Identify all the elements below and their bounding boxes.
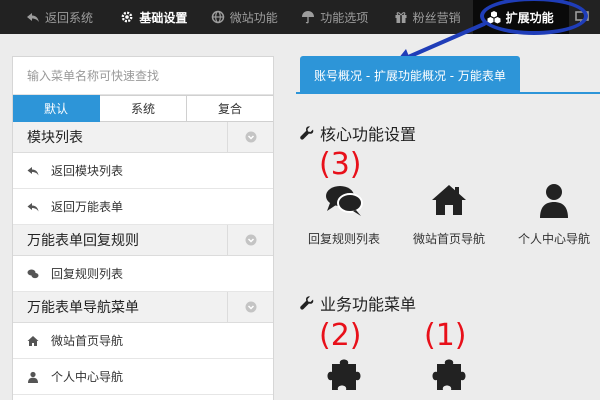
nav-basic-settings[interactable]: 基础设置 <box>110 0 200 34</box>
segment-composite[interactable]: 复合 <box>187 95 273 122</box>
menu-search-input[interactable] <box>27 68 257 83</box>
nav-function-options[interactable]: 功能选项 <box>291 0 383 34</box>
nav-label: 微站功能 <box>229 10 278 25</box>
segment-control: 默认 系统 复合 <box>13 95 273 122</box>
group-title: 模块列表 <box>27 130 83 146</box>
business-section-title: 业务功能菜单 <box>300 291 416 315</box>
tile-microsite-home-nav[interactable]: 微站首页导航 <box>394 180 504 247</box>
globe-icon <box>211 10 225 24</box>
sidebar-item-back-universal-form[interactable]: 返回万能表单 <box>13 189 273 225</box>
collapse-toggle[interactable] <box>227 225 273 255</box>
wrench-icon <box>300 126 314 140</box>
sidebar-item-reply-rule-list[interactable]: 回复规则列表 <box>13 256 273 292</box>
section-title-text: 核心功能设置 <box>320 125 417 144</box>
home-icon <box>432 185 466 215</box>
chevron-down-circle-icon <box>245 234 256 246</box>
sidebar-panel: 默认 系统 复合 模块列表 返回模块列表 返回万能表单 万能表单回复规则 回复规… <box>12 56 274 400</box>
wrench-icon <box>300 296 314 310</box>
sidebar-item-label: 个人中心导航 <box>51 370 124 384</box>
group-title: 万能表单导航菜单 <box>27 300 139 316</box>
back-icon <box>27 13 39 22</box>
group-header-module-list[interactable]: 模块列表 <box>13 122 273 153</box>
reply-icon <box>27 166 39 175</box>
sidebar-item-personal-center-nav[interactable]: 个人中心导航 <box>13 359 273 395</box>
search-bar <box>13 57 273 95</box>
annotation-2: (2) <box>319 318 362 353</box>
sidebar-item-microsite-home-nav[interactable]: 微站首页导航 <box>13 323 273 359</box>
tile-reply-rule-list[interactable]: 回复规则列表 <box>289 180 399 247</box>
sidebar-item-back-module-list[interactable]: 返回模块列表 <box>13 153 273 189</box>
sidebar-item-label: 返回万能表单 <box>51 200 124 214</box>
gear-icon <box>121 11 133 23</box>
tile-label: 回复规则列表 <box>307 232 380 246</box>
sidebar-item-label: 微站首页导航 <box>51 334 124 348</box>
tile-personal-center-nav[interactable]: 个人中心导航 <box>499 180 600 247</box>
comments-icon <box>326 186 363 216</box>
nav-label: 返回系统 <box>45 10 94 25</box>
nav-label: 基础设置 <box>139 10 188 25</box>
collapse-toggle[interactable] <box>227 292 273 322</box>
core-section-title: 核心功能设置 <box>300 121 416 145</box>
puzzle-icon <box>327 359 361 390</box>
sidebar-item-label: 返回模块列表 <box>51 164 124 178</box>
tile-label: 个人中心导航 <box>517 232 590 246</box>
nav-microsite[interactable]: 微站功能 <box>201 0 291 34</box>
breadcrumb-tab[interactable]: 账号概况 - 扩展功能概况 - 万能表单 <box>300 56 520 94</box>
annotation-1: (1) <box>424 318 467 353</box>
segment-system[interactable]: 系统 <box>100 95 187 122</box>
sidebar-item-label: 回复规则列表 <box>51 267 124 281</box>
comments-icon <box>27 269 39 278</box>
collapse-toggle[interactable] <box>227 122 273 152</box>
umbrella-icon <box>302 11 315 24</box>
group-title: 万能表单回复规则 <box>27 233 139 249</box>
section-title-text: 业务功能菜单 <box>320 295 417 314</box>
tile-business-2[interactable] <box>394 354 504 400</box>
nav-back-to-system[interactable]: 返回系统 <box>0 0 110 34</box>
chevron-down-circle-icon <box>245 301 256 313</box>
tile-label: 微站首页导航 <box>412 232 485 246</box>
home-icon <box>27 335 39 346</box>
chevron-down-circle-icon <box>245 131 256 143</box>
tile-business-1[interactable] <box>289 354 399 400</box>
nav-label: 功能选项 <box>320 10 369 25</box>
puzzle-icon <box>432 359 466 390</box>
reply-icon <box>27 202 39 211</box>
user-icon <box>540 184 568 218</box>
annotation-3: (3) <box>319 147 362 182</box>
group-header-nav-menu[interactable]: 万能表单导航菜单 <box>13 292 273 323</box>
user-icon <box>28 371 38 383</box>
group-header-reply-rules[interactable]: 万能表单回复规则 <box>13 225 273 256</box>
segment-default[interactable]: 默认 <box>13 95 100 122</box>
breadcrumb-tabbar: 账号概况 - 扩展功能概况 - 万能表单 <box>296 56 600 94</box>
